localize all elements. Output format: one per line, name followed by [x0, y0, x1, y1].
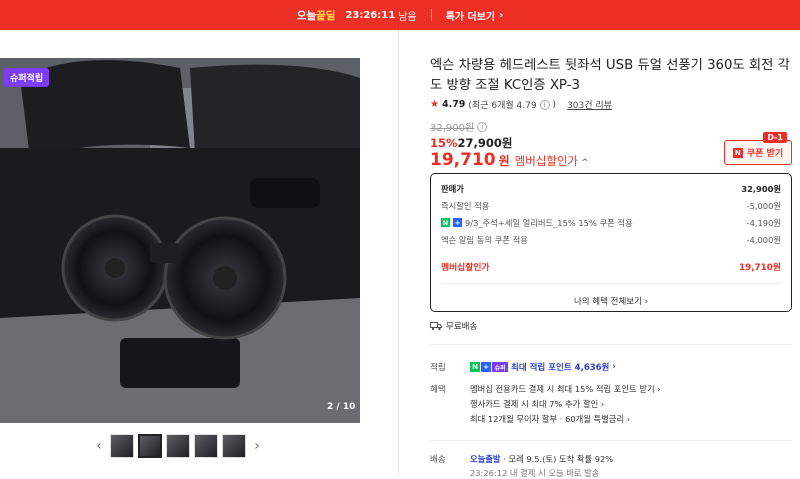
thumbnail[interactable]: [110, 434, 134, 458]
breakdown-label: 즉시할인 적용: [441, 200, 490, 211]
info-icon[interactable]: i: [477, 121, 488, 132]
product-main-image[interactable]: [0, 58, 360, 423]
product-title: 엑슨 차량용 헤드레스트 뒷좌석 USB 듀얼 선풍기 360도 회전 각도 방…: [430, 58, 790, 93]
thumbnail[interactable]: [222, 434, 246, 458]
thumbnail-strip: ‹ ›: [92, 432, 264, 460]
image-page-indicator: 2 / 10: [327, 402, 356, 412]
breakdown-row: 즉시할인 적용 -5,000원: [441, 197, 781, 214]
deal-banner[interactable]: 오늘끝딜 23:26:11 남음 특가 더보기 ›: [0, 0, 800, 30]
breakdown-member-value: 19,710원: [738, 263, 781, 273]
more-deals-link[interactable]: 특가 더보기 ›: [446, 8, 504, 23]
deal-remain-label: 남음: [398, 11, 417, 23]
member-price-amount: 19,710: [430, 150, 496, 170]
original-price-row: 32,900원 i: [430, 119, 488, 134]
breakdown-value: -4,190원: [746, 217, 781, 228]
super-icon: 슈퍼: [492, 362, 508, 372]
rating-score: 4.79: [441, 99, 466, 110]
breakdown-label: 엑슨 알림 동의 쿠폰 적용: [441, 234, 528, 245]
delivery-sub: 23:26:12 내 결제 시 오늘 바로 발송: [470, 468, 600, 478]
info-icon[interactable]: i: [539, 99, 550, 110]
delivery-estimate: · 모레 9.5.(토) 도착 확률 92%: [500, 454, 614, 464]
breakdown-label-wrap: N + 9/3_주석+세일 얼리버드_15% 15% 쿠폰 적용: [441, 217, 633, 229]
reviews-link[interactable]: 303건 리뷰: [567, 98, 612, 111]
deal-brand: 오늘끝딜: [297, 8, 336, 23]
column-divider: [398, 30, 399, 474]
coupon-dday-badge: D-1: [763, 132, 787, 143]
breakdown-value: -4,000원: [746, 234, 781, 245]
breakdown-row: 판매가 32,900원: [441, 180, 781, 197]
points-label: 적립: [430, 363, 446, 373]
deal-timer: 23:26:11: [345, 9, 396, 21]
truck-icon: [430, 322, 442, 331]
thumbnail-active[interactable]: [138, 434, 162, 458]
deal-separator: [430, 9, 432, 21]
coupon-label: 쿠폰 받기: [746, 149, 784, 159]
today-dispatch-label: 오늘출발: [470, 454, 501, 464]
naver-icon: N: [732, 147, 743, 158]
benefit-item[interactable]: 행사카드 결제 시 최대 7% 추가 할인 ›: [470, 398, 604, 410]
rating-detail-end: ): [552, 99, 557, 110]
chevron-up-icon: ^: [581, 158, 589, 168]
breakdown-separator: [441, 283, 781, 284]
chevron-right-icon: ›: [499, 9, 504, 21]
deal-brand-suffix: 끝딜: [316, 9, 336, 22]
breakdown-label: 9/3_주석+세일 얼리버드_15% 15% 쿠폰 적용: [465, 217, 633, 228]
benefit-item[interactable]: 멤버십 전용카드 결제 시 최대 15% 적립 포인트 받기 ›: [470, 383, 661, 395]
star-icon: ★: [430, 99, 439, 110]
deal-brand-prefix: 오늘: [296, 9, 317, 22]
more-deals-label: 특가 더보기: [445, 11, 496, 23]
price-breakdown-box: 판매가 32,900원 즉시할인 적용 -5,000원 N + 9/3_주석+세…: [430, 173, 792, 312]
original-price: 32,900원: [430, 123, 475, 134]
breakdown-value: 32,900원: [741, 183, 781, 194]
breakdown-label: 판매가: [441, 183, 464, 194]
member-price-row[interactable]: 19,710 원 멤버십할인가 ^: [430, 150, 589, 170]
all-benefits-button[interactable]: 나의 혜택 전체보기 ›: [441, 288, 781, 314]
npay-icon: N: [470, 362, 480, 372]
prev-image-button[interactable]: ‹: [92, 438, 106, 454]
benefits-label: 혜택: [430, 385, 446, 395]
rating-row: ★ 4.79 (최근 6개월 4.79 i ) 303건 리뷰: [430, 98, 612, 111]
section-divider: [430, 344, 792, 345]
chevron-right-icon: ›: [612, 362, 616, 372]
sale-price: 27,900원: [457, 136, 513, 150]
member-price-currency: 원: [498, 154, 510, 168]
coupon-button[interactable]: D-1 N 쿠폰 받기: [724, 132, 792, 165]
npay-badge: N + 슈퍼: [470, 362, 508, 372]
section-divider: [430, 440, 792, 441]
breakdown-member-label: 멤버십할인가: [441, 263, 490, 273]
shipping-row: 무료배송: [430, 320, 477, 332]
points-amount: 4,636원: [574, 363, 610, 373]
next-image-button[interactable]: ›: [250, 438, 264, 454]
points-text: 최대 적립 포인트: [511, 363, 572, 373]
benefit-item[interactable]: 최대 12개월 무이자 할부 · 60개월 특별금리 ›: [470, 413, 630, 425]
product-photo-illustration: [0, 58, 360, 423]
thumbnail[interactable]: [194, 434, 218, 458]
npay-icon: N: [441, 218, 450, 227]
discount-percent: 15%: [430, 136, 458, 150]
points-link[interactable]: N + 슈퍼 최대 적립 포인트 4,636원 ›: [470, 361, 616, 373]
breakdown-row: N + 9/3_주석+세일 얼리버드_15% 15% 쿠폰 적용 -4,190원: [441, 214, 781, 231]
delivery-info: 오늘출발 · 모레 9.5.(토) 도착 확률 92%: [470, 453, 613, 465]
plus-icon: +: [453, 218, 462, 227]
plus-icon: +: [481, 362, 491, 372]
free-shipping-label: 무료배송: [446, 322, 478, 332]
delivery-label: 배송: [430, 455, 446, 465]
member-price-label: 멤버십할인가: [514, 154, 579, 168]
sale-price-row: 15%27,900원: [430, 135, 513, 151]
breakdown-row: 엑슨 알림 동의 쿠폰 적용 -4,000원: [441, 231, 781, 248]
rating-detail: (최근 6개월 4.79: [468, 101, 537, 111]
thumbnail[interactable]: [166, 434, 190, 458]
breakdown-value: -5,000원: [746, 200, 781, 211]
breakdown-member-row: 멤버십할인가 19,710원: [441, 258, 781, 275]
super-point-badge: 슈퍼적립: [4, 68, 50, 87]
